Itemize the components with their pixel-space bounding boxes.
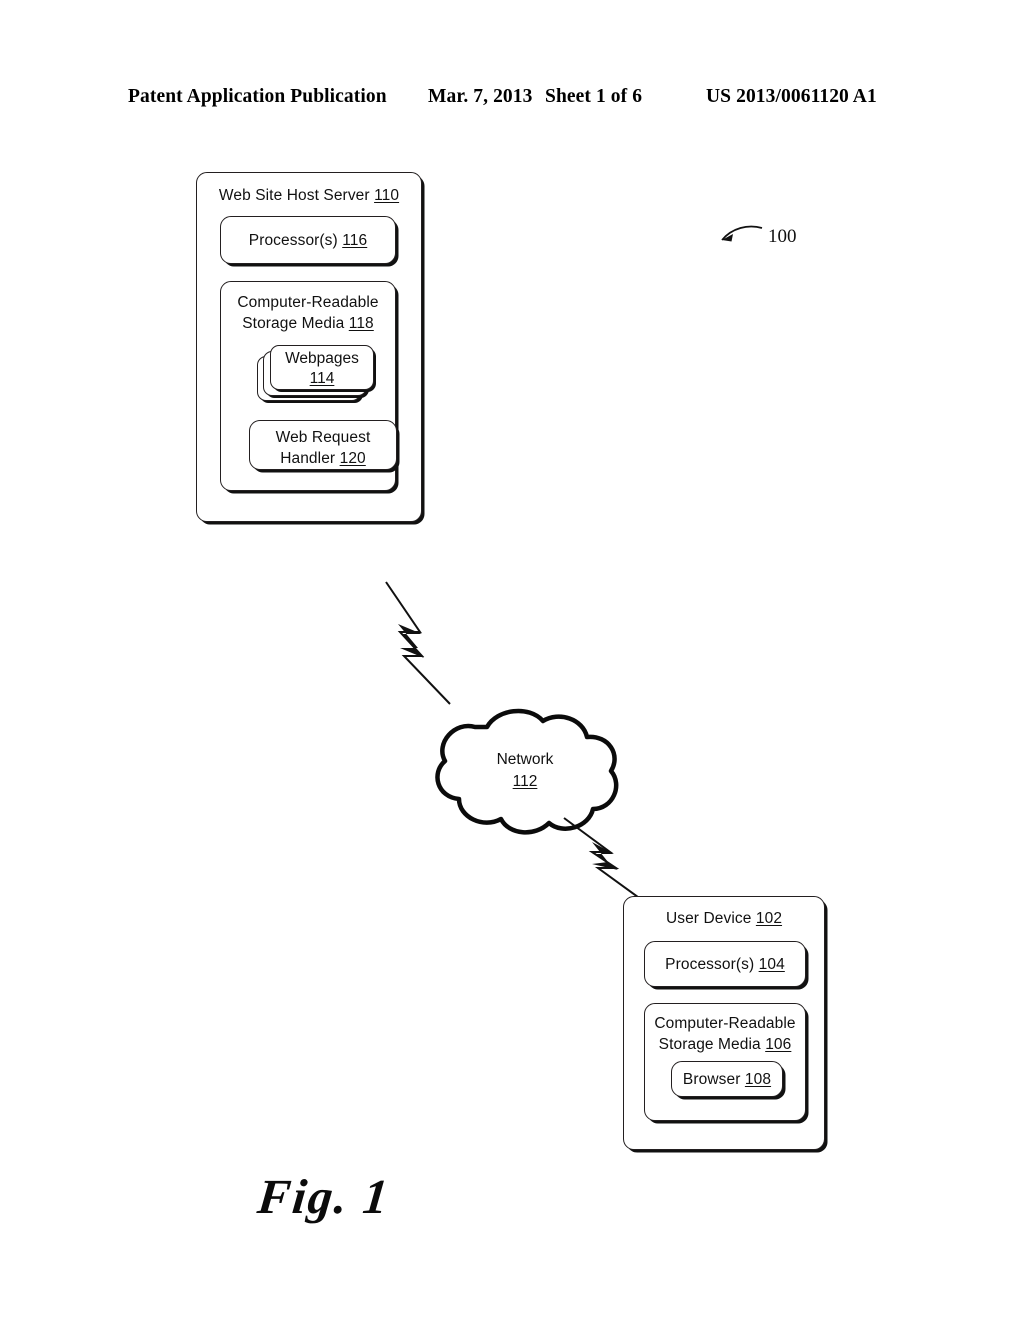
webpages-stack: Webpages 114 bbox=[257, 345, 375, 401]
browser-label: Browser 108 bbox=[672, 1069, 782, 1090]
device-processor-ref: 104 bbox=[758, 956, 785, 973]
network-label-text: Network bbox=[496, 751, 554, 768]
server-storage-line1: Computer-Readable bbox=[237, 294, 379, 311]
network-cloud-label: Network 112 bbox=[425, 749, 625, 793]
server-processor-box: Processor(s) 116 bbox=[220, 216, 396, 264]
device-storage-media-box: Computer-Readable Storage Media 106 Brow… bbox=[644, 1003, 806, 1121]
device-processor-box: Processor(s) 104 bbox=[644, 941, 806, 987]
system-reference-callout: 100 bbox=[706, 214, 826, 260]
browser-text: Browser bbox=[682, 1071, 741, 1088]
browser-ref: 108 bbox=[744, 1071, 772, 1088]
user-device-title-label: User Device 102 bbox=[624, 908, 824, 929]
server-storage-media-label: Computer-Readable Storage Media 118 bbox=[221, 292, 395, 334]
header-publication-title: Patent Application Publication bbox=[128, 86, 387, 107]
web-request-handler-label: Web Request Handler 120 bbox=[250, 427, 396, 469]
user-device-title-ref: 102 bbox=[755, 910, 783, 927]
header-sheet-number: Sheet 1 of 6 bbox=[545, 86, 643, 107]
web-request-handler-ref: 120 bbox=[339, 450, 366, 467]
webpages-stack-card-front: Webpages 114 bbox=[270, 345, 374, 390]
server-storage-ref: 118 bbox=[348, 315, 374, 332]
web-site-host-server-box: Web Site Host Server 110 Processor(s) 11… bbox=[196, 172, 422, 522]
server-title-text: Web Site Host Server bbox=[218, 187, 370, 204]
device-storage-media-label: Computer-Readable Storage Media 106 bbox=[645, 1013, 805, 1055]
server-storage-line2-text: Storage Media bbox=[242, 315, 345, 332]
system-reference-label: 100 bbox=[768, 226, 797, 247]
server-processor-text: Processor(s) bbox=[248, 232, 338, 249]
server-title-ref: 110 bbox=[374, 187, 400, 204]
webpages-label: Webpages 114 bbox=[271, 349, 373, 389]
server-title-label: Web Site Host Server 110 bbox=[197, 185, 421, 206]
user-device-title-text: User Device bbox=[665, 910, 752, 927]
figure-caption: Fig. 1 bbox=[255, 1169, 393, 1224]
device-storage-ref: 106 bbox=[765, 1036, 792, 1053]
web-request-handler-line1: Web Request bbox=[275, 429, 371, 446]
device-processor-text: Processor(s) bbox=[665, 956, 755, 973]
network-ref: 112 bbox=[512, 773, 538, 790]
browser-box: Browser 108 bbox=[671, 1061, 783, 1097]
device-storage-line2-text: Storage Media bbox=[658, 1036, 761, 1053]
server-storage-media-box: Computer-Readable Storage Media 118 Webp… bbox=[220, 281, 397, 491]
server-to-network-lightning-icon bbox=[378, 578, 478, 713]
curved-arrow-icon bbox=[721, 225, 763, 242]
device-processor-label: Processor(s) 104 bbox=[645, 954, 805, 975]
device-storage-line1: Computer-Readable bbox=[654, 1015, 796, 1032]
webpages-text: Webpages bbox=[285, 350, 359, 367]
header-date: Mar. 7, 2013 bbox=[428, 86, 533, 107]
web-request-handler-line2-text: Handler bbox=[280, 450, 336, 467]
user-device-box: User Device 102 Processor(s) 104 Compute… bbox=[623, 896, 825, 1150]
server-processor-label: Processor(s) 116 bbox=[221, 230, 395, 251]
webpages-ref: 114 bbox=[309, 370, 335, 387]
server-processor-ref: 116 bbox=[342, 232, 368, 249]
web-request-handler-box: Web Request Handler 120 bbox=[249, 420, 397, 470]
header-patent-number: US 2013/0061120 A1 bbox=[706, 86, 877, 107]
